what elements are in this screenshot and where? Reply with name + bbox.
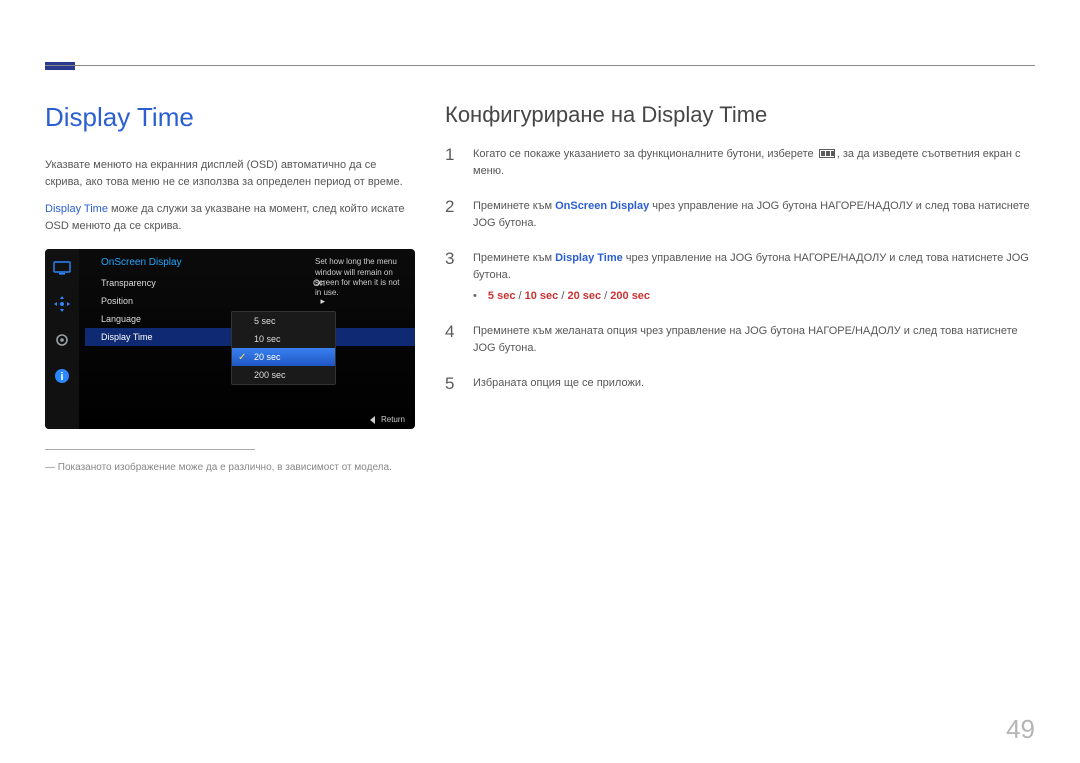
info-icon: i xyxy=(45,359,79,393)
intro-paragraph-2: Display Time може да служи за указване н… xyxy=(45,201,415,235)
osd-dropdown: 5 sec 10 sec 20 sec 200 sec xyxy=(231,311,336,385)
osd-side-rail: i xyxy=(45,249,79,429)
display-time-term: Display Time xyxy=(45,203,108,215)
step-1: 1 Когато се покаже указанието за функцио… xyxy=(445,146,1035,180)
menu-icon xyxy=(819,149,835,158)
footnote-separator xyxy=(45,449,255,450)
gear-icon xyxy=(45,323,79,357)
osd-option-20sec: 20 sec xyxy=(232,348,335,366)
back-arrow-icon xyxy=(370,416,375,424)
section-heading-left: Display Time xyxy=(45,102,415,133)
osd-footer: Return xyxy=(370,415,405,424)
section-heading-right: Конфигуриране на Display Time xyxy=(445,102,1035,128)
step-2: 2 Преминете към OnScreen Display чрез уп… xyxy=(445,198,1035,232)
osd-option-5sec: 5 sec xyxy=(232,312,335,330)
step-5: 5 Избраната опция ще се приложи. xyxy=(445,375,1035,392)
svg-text:i: i xyxy=(60,371,63,383)
top-rule xyxy=(45,62,1035,70)
monitor-icon xyxy=(45,251,79,285)
right-column: Конфигуриране на Display Time 1 Когато с… xyxy=(445,102,1035,476)
step-4: 4 Преминете към желаната опция чрез упра… xyxy=(445,323,1035,357)
page-number: 49 xyxy=(1006,714,1035,745)
steps-list: 1 Когато се покаже указанието за функцио… xyxy=(445,146,1035,392)
intro-paragraph-1: Указвате менюто на екранния дисплей (OSD… xyxy=(45,157,415,191)
osd-screenshot: i OnScreen Display TransparencyOn Positi… xyxy=(45,249,415,429)
left-column: Display Time Указвате менюто на екранния… xyxy=(45,102,415,476)
osd-description: Set how long the menu window will remain… xyxy=(315,257,407,299)
osd-option-10sec: 10 sec xyxy=(232,330,335,348)
footnote: ― Показаното изображение може да е разли… xyxy=(45,460,415,476)
options-bullet: 5 sec / 10 sec / 20 sec / 200 sec xyxy=(473,288,1035,305)
move-icon xyxy=(45,287,79,321)
return-label: Return xyxy=(381,415,405,424)
step-3: 3 Преминете към Display Time чрез управл… xyxy=(445,250,1035,305)
osd-option-200sec: 200 sec xyxy=(232,366,335,384)
